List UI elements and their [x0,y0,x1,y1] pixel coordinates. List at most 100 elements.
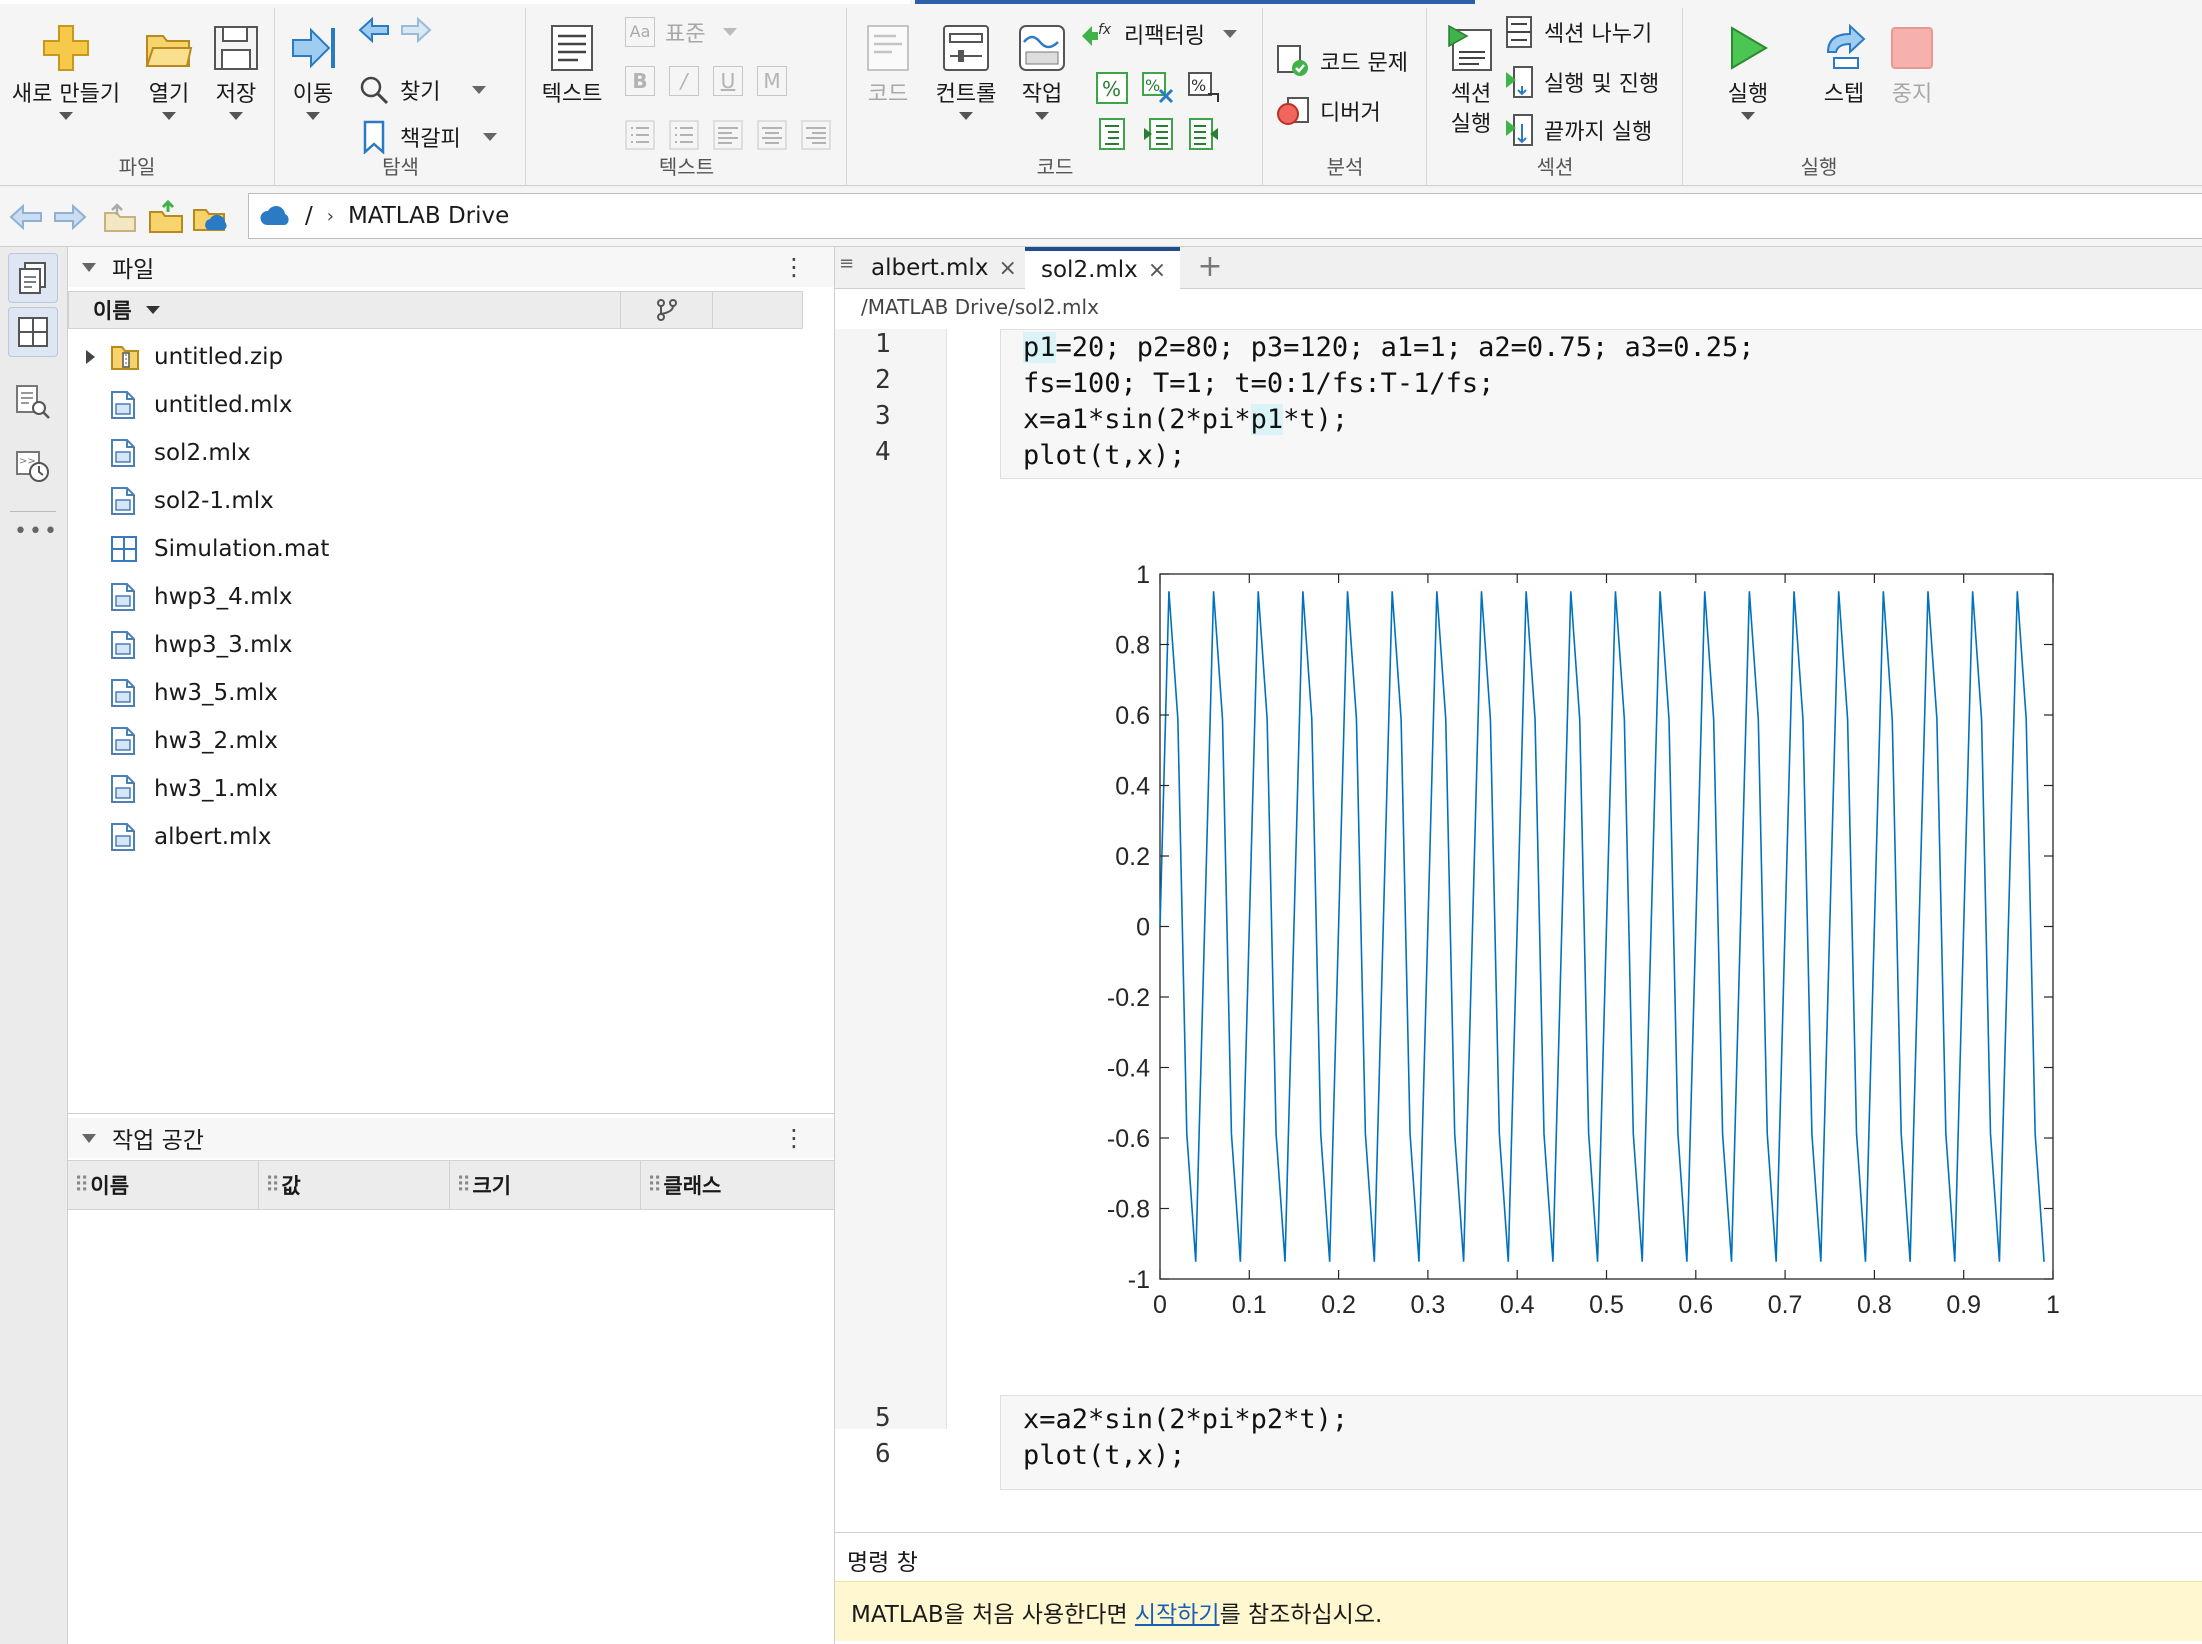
file-row[interactable]: untitled.mlx [68,381,834,429]
rail-files-button[interactable] [8,253,58,303]
name-column-header[interactable]: 이름 [69,292,621,328]
increase-indent-icon[interactable] [1142,118,1174,150]
style-dropdown[interactable]: Aa 표준 [625,16,738,48]
code-line-4[interactable]: plot(t,x); [1023,440,1186,471]
source-control-column-header[interactable] [621,292,713,328]
new-button[interactable]: 새로 만들기 [8,22,124,120]
file-row[interactable]: hw3_1.mlx [68,765,834,813]
monospace-icon[interactable]: M [757,66,787,96]
workspace-col-value[interactable]: ⠿ 값 [259,1161,450,1209]
cloud-folder-button[interactable] [192,199,228,235]
file-row[interactable]: sol2.mlx [68,429,834,477]
workspace-col-size[interactable]: ⠿ 크기 [450,1161,641,1209]
path-folder[interactable]: MATLAB Drive [348,203,509,229]
drag-grip-icon[interactable]: ⠿ [74,1173,89,1197]
decrease-indent-icon[interactable] [1188,118,1220,150]
rail-find-files-button[interactable] [8,377,58,427]
step-button[interactable]: 스텝 [1816,22,1872,110]
sort-desc-icon[interactable] [145,306,160,314]
refactor-dropdown-arrow[interactable] [1222,30,1237,38]
code-block-1[interactable]: p1=20; p2=80; p3=120; a1=1; a2=0.75; a3=… [1000,329,2202,479]
files-collapse-icon[interactable] [82,262,96,272]
run-advance-button[interactable]: 실행 및 진행 [1504,66,1659,98]
run-button[interactable]: 실행 [1716,22,1780,120]
rail-workspace-button[interactable] [8,307,58,357]
save-dropdown-arrow[interactable] [229,112,243,120]
find-dropdown-arrow[interactable] [472,86,487,94]
bullet-list-icon[interactable] [669,120,699,150]
close-icon[interactable]: × [1148,258,1166,283]
workspace-col-class[interactable]: ⠿ 클래스 [641,1161,832,1209]
tab-sol2[interactable]: sol2.mlx × [1025,247,1180,289]
open-dropdown-arrow[interactable] [162,112,176,120]
getting-started-link[interactable]: 시작하기 [1135,1595,1220,1629]
style-dropdown-arrow[interactable] [723,28,738,36]
nav-back-button[interactable] [8,199,44,235]
close-icon[interactable]: × [998,256,1016,281]
goto-button[interactable]: 이동 [284,22,342,120]
numbered-list-icon[interactable] [625,120,655,150]
file-row[interactable]: hwp3_3.mlx [68,621,834,669]
new-dropdown-arrow[interactable] [59,112,73,120]
nav-up-button[interactable] [102,199,138,235]
smart-indent-icon[interactable] [1096,118,1128,150]
add-tab-button[interactable]: + [1185,249,1235,287]
control-dropdown-arrow[interactable] [959,112,973,120]
file-row[interactable]: untitled.zip [68,333,834,381]
drag-grip-icon[interactable]: ⠿ [265,1173,280,1197]
code-line-3[interactable]: x=a1*sin(2*pi*p1*t); [1023,404,1348,435]
line-chart[interactable]: 0 0.1 0.2 0.3 0.4 0.5 0.6 0.7 0.8 0.9 1 1 0.8 0.6 0.4 0… [1000,529,2202,1329]
drag-grip-icon[interactable]: ⠿ [456,1173,471,1197]
code-line-6[interactable]: plot(t,x); [1023,1440,1186,1471]
run-dropdown-arrow[interactable] [1741,112,1755,120]
section-run-button[interactable]: 섹션 실행 [1436,22,1506,140]
align-right-icon[interactable] [801,120,831,150]
code-line-5[interactable]: x=a2*sin(2*pi*p2*t); [1023,1404,1348,1435]
nav-forward-button[interactable] [52,199,88,235]
tab-albert[interactable]: albert.mlx × [855,247,1025,289]
file-row[interactable]: Simulation.mat [68,525,834,573]
stop-button[interactable]: 중지 [1884,22,1940,110]
save-button[interactable]: 저장 [208,22,264,120]
bookmark-button[interactable]: 책갈피 [358,120,497,154]
bookmark-dropdown-arrow[interactable] [482,133,497,141]
section-break-button[interactable]: 섹션 나누기 [1504,16,1652,48]
align-left-icon[interactable] [713,120,743,150]
code-line-1[interactable]: p1=20; p2=80; p3=120; a1=1; a2=0.75; a3=… [1023,332,1755,363]
file-row[interactable]: hwp3_4.mlx [68,573,834,621]
find-button[interactable]: 찾기 [358,74,487,106]
task-button[interactable]: 작업 [1012,22,1072,120]
text-button[interactable]: 텍스트 [537,22,607,110]
forward-arrow-icon[interactable] [400,16,432,44]
bold-icon[interactable]: B [625,66,655,96]
uncomment-icon[interactable]: % [1142,72,1174,104]
rail-history-button[interactable]: >> [8,441,58,491]
code-block-2[interactable]: x=a2*sin(2*pi*p2*t); plot(t,x); [1000,1395,2202,1490]
workspace-panel-menu-icon[interactable]: ⋮ [782,1124,806,1152]
refactor-button[interactable]: fx 리팩터링 [1080,18,1237,50]
back-arrow-icon[interactable] [358,16,390,44]
files-panel-menu-icon[interactable]: ⋮ [782,253,806,281]
task-dropdown-arrow[interactable] [1035,112,1049,120]
goto-dropdown-arrow[interactable] [306,112,320,120]
file-row[interactable]: albert.mlx [68,813,834,861]
code-issues-button[interactable]: 코드 문제 [1276,44,1408,78]
code-button[interactable]: 코드 [856,22,920,110]
expand-arrow-icon[interactable] [86,350,110,364]
code-line-2[interactable]: fs=100; T=1; t=0:1/fs:T-1/fs; [1023,368,1494,399]
path-field[interactable]: / › MATLAB Drive [248,193,2202,239]
underline-icon[interactable]: U [713,66,743,96]
control-button[interactable]: 컨트롤 [926,22,1006,120]
run-to-end-button[interactable]: 끝까지 실행 [1504,114,1652,146]
tab-list-menu-icon[interactable]: ≡ [839,253,854,274]
workspace-col-name[interactable]: ⠿ 이름 [68,1161,259,1209]
file-row[interactable]: sol2-1.mlx [68,477,834,525]
file-row[interactable]: hw3_2.mlx [68,717,834,765]
workspace-collapse-icon[interactable] [82,1133,96,1143]
align-center-icon[interactable] [757,120,787,150]
italic-icon[interactable]: / [669,66,699,96]
path-root[interactable]: / [305,203,313,229]
browse-folder-button[interactable] [148,199,184,235]
file-row[interactable]: hw3_5.mlx [68,669,834,717]
rail-more-icon[interactable]: ••• [14,519,59,544]
